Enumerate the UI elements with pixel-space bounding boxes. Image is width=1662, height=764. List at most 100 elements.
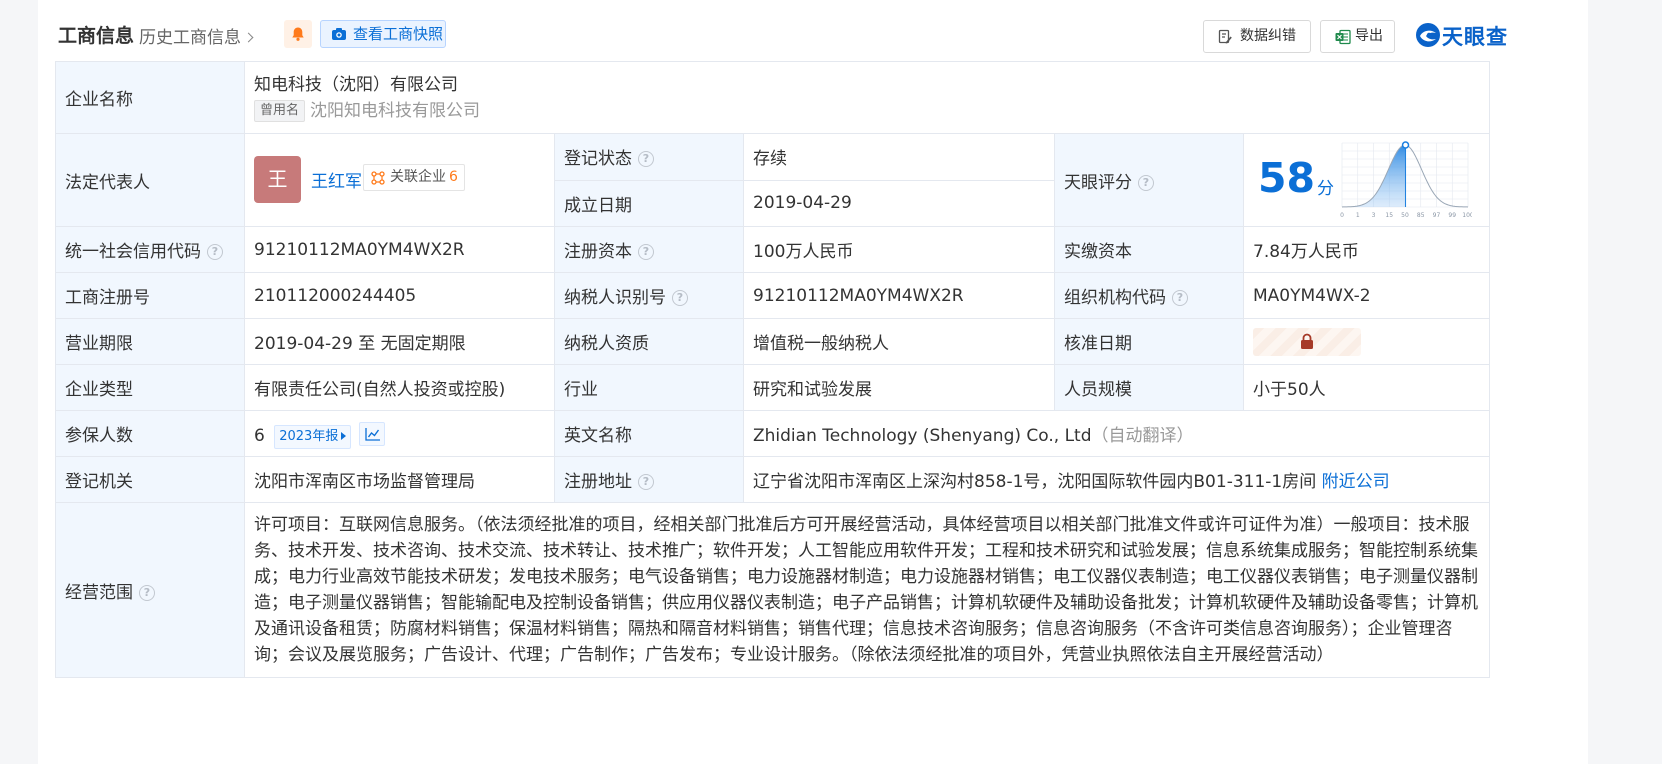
related-companies-label: 关联企业 bbox=[390, 169, 446, 185]
history-info-link[interactable]: 历史工商信息 bbox=[139, 23, 254, 48]
help-icon[interactable]: ? bbox=[638, 474, 654, 490]
biz-scope-value: 许可项目：互联网信息服务。（依法须经批准的项目，经相关部门批准后方可开展经营活动… bbox=[243, 502, 1491, 678]
section-title: 工商信息 bbox=[58, 25, 135, 47]
biz-reg-no-value: 210112000244405 bbox=[244, 272, 555, 319]
line-chart-icon bbox=[365, 428, 380, 441]
staff-size-label: 人员规模 bbox=[1054, 364, 1244, 411]
company-type-label: 企业类型 bbox=[55, 364, 245, 411]
approval-date-label: 核准日期 bbox=[1054, 318, 1244, 365]
camera-icon bbox=[332, 28, 346, 40]
company-name-value: 知电科技（沈阳）有限公司 bbox=[254, 74, 458, 95]
related-companies-button[interactable]: 关联企业 6 bbox=[363, 164, 465, 191]
data-correct-label: 数据纠错 bbox=[1240, 28, 1296, 44]
insured-cell: 6 2023年报 bbox=[244, 410, 555, 457]
credit-code-value: 91210112MA0YM4WX2R bbox=[244, 226, 555, 273]
annual-report-link[interactable]: 2023年报 bbox=[274, 425, 352, 449]
help-icon[interactable]: ? bbox=[1172, 290, 1188, 306]
reg-authority-label: 登记机关 bbox=[55, 456, 245, 503]
industry-value: 研究和试验发展 bbox=[743, 364, 1055, 411]
reg-address-value: 辽宁省沈阳市浑南区上深沟村858-1号，沈阳国际软件园内B01-311-1房间 bbox=[753, 472, 1317, 492]
insured-value: 6 bbox=[254, 426, 265, 446]
export-label: 导出 bbox=[1355, 28, 1383, 44]
paid-capital-value: 7.84万人民币 bbox=[1242, 226, 1491, 273]
help-icon[interactable]: ? bbox=[139, 584, 155, 601]
help-icon[interactable]: ? bbox=[207, 244, 223, 260]
reg-capital-label: 注册资本 bbox=[564, 242, 632, 262]
related-companies-count: 6 bbox=[449, 169, 458, 185]
used-name-tag: 曾用名 bbox=[254, 99, 306, 122]
taxpayer-id-value: 91210112MA0YM4WX2R bbox=[743, 272, 1055, 319]
x-tick-label: 1 bbox=[1356, 212, 1360, 219]
x-tick-label: 99 bbox=[1448, 212, 1456, 219]
bell-icon bbox=[292, 27, 304, 41]
table-row: 企业名称 知电科技（沈阳）有限公司 曾用名 沈阳知电科技有限公司 bbox=[55, 61, 1491, 134]
english-name-label: 英文名称 bbox=[554, 410, 744, 457]
x-tick-label: 3 bbox=[1372, 212, 1376, 219]
x-tick-label: 50 bbox=[1401, 212, 1409, 219]
credit-code-label-cell: 统一社会信用代码? bbox=[55, 226, 245, 273]
paid-capital-label: 实缴资本 bbox=[1054, 226, 1244, 273]
legal-rep-label: 法定代表人 bbox=[55, 133, 245, 227]
legal-rep-name-link[interactable]: 王红军 bbox=[311, 167, 362, 192]
auto-translate-tag: （自动翻译） bbox=[1091, 426, 1194, 446]
org-code-label-cell: 组织机构代码? bbox=[1054, 272, 1244, 319]
network-icon bbox=[371, 171, 385, 185]
table-row: 法定代表人 王 王红军 关联企业 6 登记状态? 存续 天眼评分? 58 分 0 1… bbox=[55, 133, 1491, 227]
used-name-value: 沈阳知电科技有限公司 bbox=[310, 100, 481, 121]
help-icon[interactable]: ? bbox=[638, 151, 654, 168]
lock-icon bbox=[1301, 333, 1313, 349]
table-row: 参保人数 6 2023年报 英文名称 Zhidian Technology (S… bbox=[55, 410, 1491, 457]
staff-size-value: 小于50人 bbox=[1242, 364, 1491, 411]
approval-date-cell bbox=[1242, 318, 1491, 365]
biz-reg-no-label: 工商注册号 bbox=[55, 272, 245, 319]
score-marker-dot bbox=[1401, 141, 1410, 149]
export-button[interactable]: 导出 bbox=[1320, 20, 1395, 53]
section-header: 工商信息 历史工商信息 查看工商快照 数据纠错 导出 天眼查 bbox=[58, 18, 1548, 53]
help-icon[interactable]: ? bbox=[638, 244, 654, 260]
locked-value-button[interactable] bbox=[1253, 327, 1361, 356]
table-row: 登记机关 沈阳市浑南区市场监督管理局 注册地址? 辽宁省沈阳市浑南区上深沟村85… bbox=[55, 456, 1491, 503]
annual-report-label: 2023年报 bbox=[279, 429, 339, 444]
tianyan-score-label: 天眼评分 bbox=[1064, 172, 1132, 193]
history-info-label: 历史工商信息 bbox=[139, 28, 241, 48]
company-type-value: 有限责任公司(自然人投资或控股) bbox=[244, 364, 555, 411]
help-icon[interactable]: ? bbox=[672, 290, 688, 306]
view-snapshot-button[interactable]: 查看工商快照 bbox=[320, 20, 446, 48]
tianyancha-logo: 天眼查 bbox=[1415, 20, 1511, 49]
english-name-value: Zhidian Technology (Shenyang) Co., Ltd bbox=[753, 426, 1092, 446]
reg-authority-value: 沈阳市浑南区市场监督管理局 bbox=[244, 456, 555, 503]
monitor-bell-button[interactable] bbox=[284, 20, 312, 48]
excel-icon bbox=[1335, 29, 1351, 45]
nearby-companies-link[interactable]: 附近公司 bbox=[1322, 472, 1390, 492]
avatar[interactable]: 王 bbox=[254, 156, 301, 203]
reg-capital-label-cell: 注册资本? bbox=[554, 226, 744, 273]
table-row: 企业类型 有限责任公司(自然人投资或控股) 行业 研究和试验发展 人员规模 小于… bbox=[55, 364, 1491, 411]
insured-trend-button[interactable] bbox=[358, 422, 385, 446]
reg-address-label-cell: 注册地址? bbox=[554, 456, 744, 503]
tianyan-score-cell[interactable]: 58 分 0 1 3 15 50 85 97 99 100 bbox=[1242, 133, 1491, 227]
company-name-cell: 知电科技（沈阳）有限公司 曾用名 沈阳知电科技有限公司 bbox=[243, 61, 1491, 134]
reg-address-cell: 辽宁省沈阳市浑南区上深沟村858-1号，沈阳国际软件园内B01-311-1房间 … bbox=[742, 456, 1491, 503]
org-code-value: MA0YM4WX-2 bbox=[1242, 272, 1491, 319]
biz-scope-label: 经营范围 bbox=[65, 582, 133, 603]
logo-text: 天眼查 bbox=[1442, 25, 1508, 49]
x-tick-label: 97 bbox=[1433, 212, 1441, 219]
legal-rep-cell: 王 王红军 关联企业 6 bbox=[244, 133, 555, 227]
biz-term-label: 营业期限 bbox=[55, 318, 245, 365]
taxpayer-qual-value: 增值税一般纳税人 bbox=[743, 318, 1055, 365]
company-name-label: 企业名称 bbox=[55, 61, 245, 134]
table-row: 统一社会信用代码? 91210112MA0YM4WX2R 注册资本? 100万人… bbox=[55, 226, 1491, 273]
chevron-right-icon bbox=[243, 32, 254, 43]
taxpayer-qual-label: 纳税人资质 bbox=[554, 318, 744, 365]
biz-term-value: 2019-04-29 至 无固定期限 bbox=[244, 318, 555, 365]
business-info-card: 工商信息 历史工商信息 查看工商快照 数据纠错 导出 天眼查 企业名称 知电科技… bbox=[38, 0, 1588, 764]
data-correct-button[interactable]: 数据纠错 bbox=[1203, 20, 1311, 53]
found-date-value: 2019-04-29 bbox=[743, 179, 1055, 227]
table-row: 营业期限 2019-04-29 至 无固定期限 纳税人资质 增值税一般纳税人 核… bbox=[55, 318, 1491, 365]
tianyan-score-value: 58 bbox=[1258, 154, 1316, 202]
found-date-label: 成立日期 bbox=[554, 179, 744, 227]
help-icon[interactable]: ? bbox=[1138, 174, 1154, 191]
tianyan-score-unit: 分 bbox=[1317, 179, 1334, 199]
business-info-table: 企业名称 知电科技（沈阳）有限公司 曾用名 沈阳知电科技有限公司 法定代表人 王 … bbox=[55, 61, 1491, 678]
reg-status-value: 存续 bbox=[743, 133, 1055, 181]
